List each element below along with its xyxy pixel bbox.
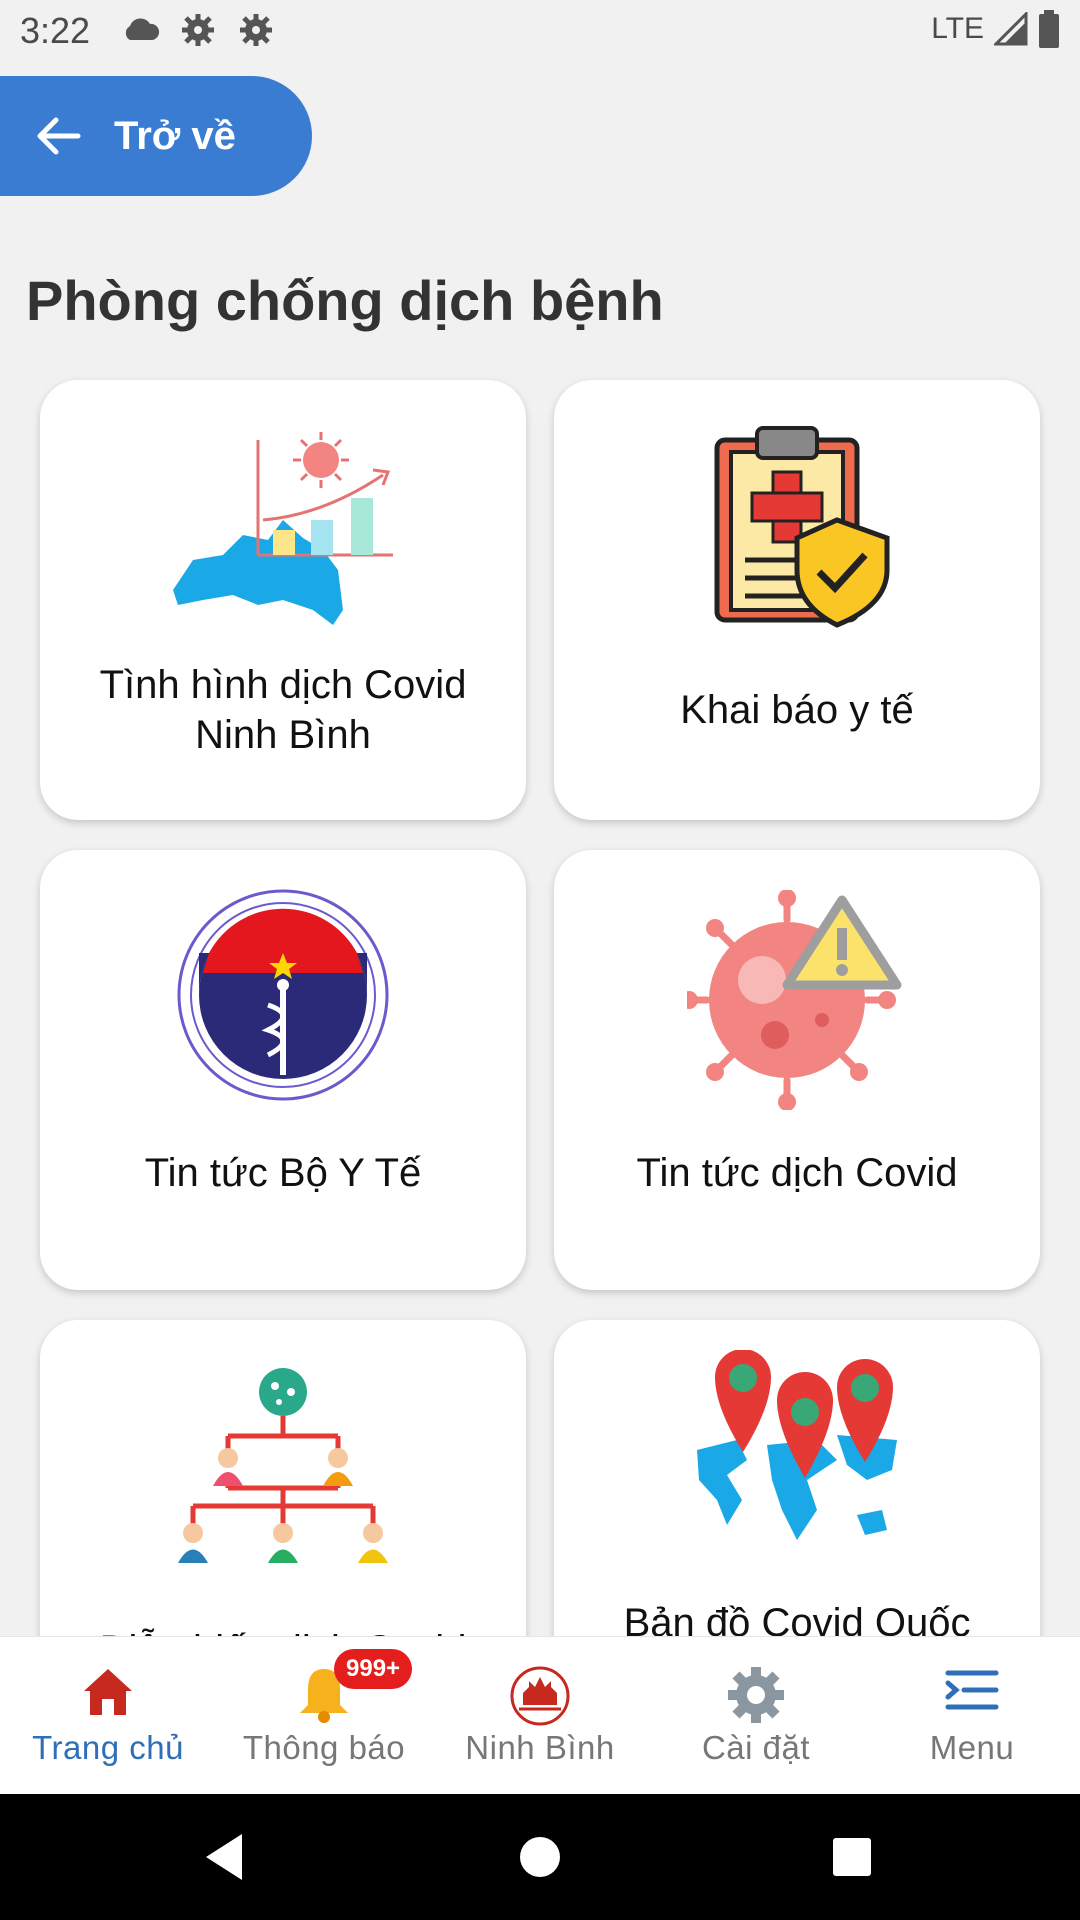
card-label: Bản đồ Covid Quốc <box>623 1601 971 1636</box>
ninh-binh-emblem-icon <box>510 1666 570 1726</box>
medical-declaration-clipboard-icon <box>714 426 890 628</box>
card-label: Diễn biến dịch Covid <box>60 1625 506 1636</box>
page-title: Phòng chống dịch bệnh <box>26 269 664 332</box>
card-covid-news[interactable]: Tin tức dịch Covid <box>554 850 1040 1290</box>
card-label: Tin tức dịch Covid <box>636 1151 958 1195</box>
cloud-icon <box>125 18 160 40</box>
signal-icon <box>994 12 1028 46</box>
back-label: Trở về <box>114 113 236 158</box>
recents-square-icon[interactable] <box>830 1832 874 1882</box>
nav-home[interactable]: Trang chủ <box>0 1637 216 1795</box>
feature-grid: Tình hình dịch Covid Ninh Bình Khai báo … <box>0 370 1080 1636</box>
card-covid-situation[interactable]: Tình hình dịch Covid Ninh Bình <box>40 380 526 820</box>
system-navigation-bar <box>0 1794 1080 1920</box>
network-type: LTE <box>931 12 984 45</box>
card-label: Khai báo y tế <box>680 688 914 732</box>
back-button[interactable]: Trở về <box>0 76 312 196</box>
home-icon <box>84 1669 132 1715</box>
status-time: 3:22 <box>20 10 91 51</box>
nav-label: Menu <box>929 1729 1015 1766</box>
card-covid-progress[interactable]: Diễn biến dịch Covid <box>40 1320 526 1636</box>
card-medical-declaration[interactable]: Khai báo y tế <box>554 380 1040 820</box>
gear-icon <box>240 14 272 46</box>
back-triangle-icon[interactable] <box>202 1832 246 1882</box>
nav-label: Thông báo <box>242 1729 406 1766</box>
home-circle-icon[interactable] <box>518 1832 562 1882</box>
gear-icon <box>728 1667 784 1723</box>
nav-label: Ninh Bình <box>465 1729 615 1766</box>
card-label: Tin tức Bộ Y Tế <box>144 1151 422 1195</box>
arrow-left-icon <box>37 117 81 155</box>
nav-menu[interactable]: Menu <box>864 1637 1080 1795</box>
virus-spread-tree-icon <box>178 1368 388 1563</box>
gear-icon <box>182 14 214 46</box>
nav-settings[interactable]: Cài đặt <box>648 1637 864 1795</box>
notification-badge: 999+ <box>334 1649 413 1689</box>
nav-label: Cài đặt <box>701 1729 811 1766</box>
nav-notifications[interactable]: 999+ Thông báo <box>216 1637 432 1795</box>
menu-icon <box>945 1670 999 1710</box>
virus-warning-icon <box>687 890 902 1110</box>
card-ministry-news[interactable]: Tin tức Bộ Y Tế <box>40 850 526 1290</box>
card-covid-map[interactable]: Bản đồ Covid Quốc <box>554 1320 1040 1636</box>
ministry-of-health-logo <box>177 889 389 1101</box>
nav-label: Trang chủ <box>32 1729 184 1766</box>
bottom-navigation: Trang chủ 999+ Thông báo Ninh Bình Cài đ… <box>0 1636 1080 1795</box>
ninh-binh-covid-chart-icon <box>173 432 393 625</box>
status-right: LTE <box>931 10 1060 48</box>
nav-ninh-binh[interactable]: Ninh Bình <box>432 1637 648 1795</box>
battery-icon <box>1039 10 1059 48</box>
card-label: Tình hình dịch Covid Ninh Bình <box>99 663 467 757</box>
world-covid-map-icon <box>697 1350 897 1540</box>
status-bar: 3:22 LTE <box>0 0 1080 62</box>
